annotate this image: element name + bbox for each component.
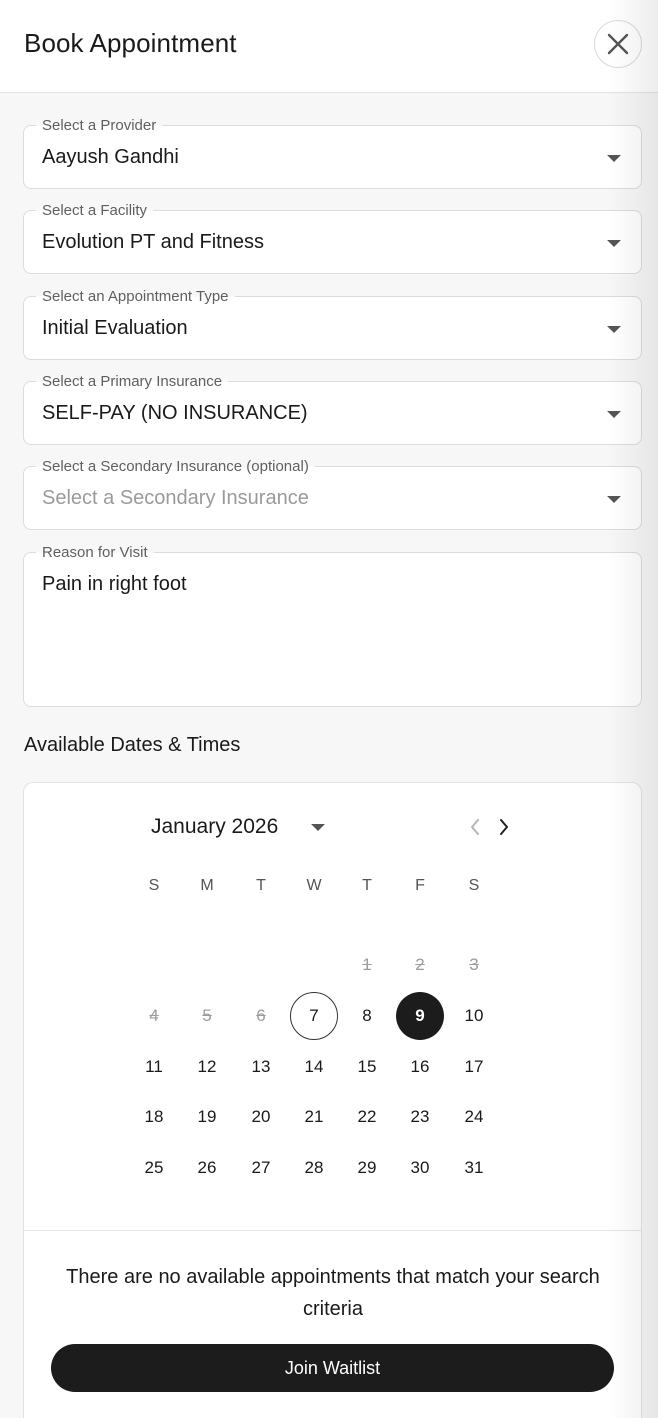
no-appointments-message: There are no available appointments that…	[66, 1266, 600, 1320]
caret-down-icon	[607, 155, 621, 162]
weekday-label: T	[362, 877, 372, 894]
appointment-type-value: Initial Evaluation	[42, 317, 188, 339]
facility-label: Select a Facility	[36, 202, 154, 219]
secondary-insurance-placeholder: Select a Secondary Insurance	[42, 487, 309, 509]
calendar-day[interactable]: 19	[183, 1093, 231, 1141]
calendar-day[interactable]: 14	[290, 1043, 338, 1091]
caret-down-icon	[607, 326, 621, 333]
reason-for-visit-textarea[interactable]: Reason for Visit Pain in right foot	[23, 544, 642, 707]
calendar-day: 5	[202, 1006, 212, 1025]
page-title: Book Appointment	[24, 28, 237, 58]
calendar-day[interactable]: 15	[343, 1043, 391, 1091]
calendar-day[interactable]: 20	[237, 1093, 285, 1141]
calendar-day[interactable]: 30	[396, 1144, 444, 1192]
divider	[24, 1230, 641, 1231]
calendar-day[interactable]: 31	[450, 1144, 498, 1192]
calendar-day[interactable]: 18	[130, 1093, 178, 1141]
weekday-label: F	[415, 877, 425, 894]
weekday-label: W	[306, 877, 322, 894]
weekday-label: S	[148, 877, 160, 894]
weekday-label: S	[468, 877, 480, 894]
calendar-day[interactable]: 21	[290, 1093, 338, 1141]
caret-down-icon	[607, 411, 621, 418]
provider-select[interactable]: Select a Provider Aayush Gandhi	[23, 117, 642, 189]
reason-label: Reason for Visit	[36, 544, 154, 561]
primary-insurance-select[interactable]: Select a Primary Insurance SELF-PAY (NO …	[23, 373, 642, 445]
calendar-card: January 2026 SMTWTFS 1 2 3 4 5 6 7 8 9 10 11 12 13 14…	[23, 782, 642, 1418]
calendar-day[interactable]: 12	[183, 1043, 231, 1091]
calendar-day[interactable]: 7	[290, 992, 338, 1040]
weekday-label: M	[200, 877, 214, 894]
facility-select[interactable]: Select a Facility Evolution PT and Fitne…	[23, 202, 642, 274]
calendar-day[interactable]: 16	[396, 1043, 444, 1091]
calendar-day: 2	[415, 955, 425, 974]
secondary-insurance-label: Select a Secondary Insurance (optional)	[36, 458, 315, 475]
calendar-day: 4	[149, 1006, 159, 1025]
prev-month-button[interactable]	[465, 816, 485, 838]
month-dropdown-icon[interactable]	[311, 824, 325, 831]
calendar-day[interactable]: 24	[450, 1093, 498, 1141]
calendar-day[interactable]: 29	[343, 1144, 391, 1192]
modal-header: Book Appointment	[0, 0, 658, 93]
chevron-right-icon	[500, 819, 508, 835]
calendar-day: 1	[362, 955, 372, 974]
caret-down-icon	[607, 240, 621, 247]
calendar-day: 3	[469, 955, 479, 974]
calendar-day[interactable]: 22	[343, 1093, 391, 1141]
close-icon	[607, 33, 629, 55]
caret-down-icon	[607, 496, 621, 503]
primary-insurance-label: Select a Primary Insurance	[36, 373, 229, 390]
calendar-day[interactable]: 27	[237, 1144, 285, 1192]
provider-value: Aayush Gandhi	[42, 146, 179, 168]
close-button[interactable]	[594, 20, 642, 68]
chevron-left-icon	[471, 819, 479, 835]
primary-insurance-value: SELF-PAY (NO INSURANCE)	[42, 402, 308, 424]
calendar-day: 6	[256, 1006, 266, 1025]
calendar-day[interactable]: 10	[450, 992, 498, 1040]
secondary-insurance-select[interactable]: Select a Secondary Insurance (optional) …	[23, 458, 642, 530]
calendar-day[interactable]: 26	[183, 1144, 231, 1192]
appointment-type-select[interactable]: Select an Appointment Type Initial Evalu…	[23, 288, 642, 360]
weekday-label: T	[256, 877, 266, 894]
appointment-type-label: Select an Appointment Type	[36, 288, 235, 305]
facility-value: Evolution PT and Fitness	[42, 231, 264, 253]
month-label[interactable]: January 2026	[151, 815, 278, 839]
calendar-day[interactable]: 13	[237, 1043, 285, 1091]
reason-value: Pain in right foot	[42, 573, 187, 595]
calendar-day[interactable]: 9	[396, 992, 444, 1040]
calendar-day[interactable]: 11	[130, 1043, 178, 1091]
calendar-day[interactable]: 8	[343, 992, 391, 1040]
available-dates-title: Available Dates & Times	[24, 734, 241, 756]
calendar-day[interactable]: 28	[290, 1144, 338, 1192]
next-month-button[interactable]	[494, 816, 514, 838]
calendar-day[interactable]: 25	[130, 1144, 178, 1192]
provider-label: Select a Provider	[36, 117, 163, 134]
join-waitlist-button[interactable]: Join Waitlist	[51, 1344, 614, 1392]
calendar-day[interactable]: 17	[450, 1043, 498, 1091]
calendar-day[interactable]: 23	[396, 1093, 444, 1141]
